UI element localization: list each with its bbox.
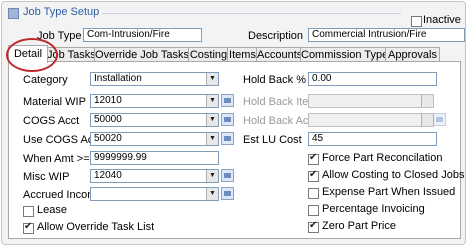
force-part-checkbox[interactable] [308,152,319,165]
section-header: Job Type Setup [6,5,461,21]
description-label: Description [248,30,304,42]
tab-approvals[interactable]: Approvals [385,47,440,62]
use-cogs-acct-value: 50020 [94,133,122,144]
chevron-down-icon[interactable]: ▼ [206,133,218,145]
header-divider [102,13,401,14]
misc-wip-value: 12040 [94,170,122,181]
lease-label: Lease [37,204,67,216]
cogs-acct-dropdown[interactable]: 50000 ▼ [90,113,219,127]
chevron-down-icon[interactable]: ▼ [206,73,218,85]
lease-checkbox[interactable] [23,206,34,217]
accrued-income-dropdown[interactable]: ▼ [90,187,219,201]
hold-back-item-dropdown[interactable] [308,94,434,108]
est-lu-cost-label: Est LU Cost [243,134,302,146]
hold-back-acct-lookup-icon[interactable] [433,113,446,126]
hold-back-acct-dropdown[interactable] [308,113,434,127]
allow-override-label: Allow Override Task List [37,221,155,233]
material-wip-lookup-icon[interactable] [221,94,234,107]
hold-back-item-label: Hold Back Item [243,96,318,108]
est-lu-cost-field[interactable]: 45 [308,132,437,146]
hold-back-pct-field[interactable]: 0.00 [308,72,437,86]
chevron-down-icon[interactable]: ▼ [206,170,218,182]
category-value: Installation [94,73,142,84]
material-wip-value: 12010 [94,95,122,106]
hold-back-pct-label: Hold Back % [243,74,306,86]
tab-items[interactable]: Items [227,47,258,62]
category-label: Category [23,74,68,86]
when-amt-field[interactable]: 9999999.99 [90,151,219,165]
collapse-icon[interactable] [8,8,19,19]
zero-part-price-checkbox[interactable] [308,220,319,233]
tab-costing[interactable]: Costing [188,47,229,62]
job-type-field[interactable]: Com-Intrusion/Fire [83,28,202,42]
job-type-label: Job Type [37,30,82,42]
percentage-invoicing-checkbox[interactable] [308,205,319,216]
expense-part-checkbox[interactable] [308,188,319,199]
misc-wip-label: Misc WIP [23,171,70,183]
tab-bar: Detail Job Tasks Override Job Tasks Cost… [8,45,461,63]
material-wip-label: Material WIP [23,96,86,108]
allow-costing-label: Allow Costing to Closed Jobs [322,169,465,181]
material-wip-dropdown[interactable]: 12010 ▼ [90,94,219,108]
tab-override-job-tasks[interactable]: Override Job Tasks [94,47,190,62]
chevron-down-icon[interactable]: ▼ [206,95,218,107]
category-dropdown[interactable]: Installation ▼ [90,72,219,86]
section-title: Job Type Setup [23,6,100,18]
chevron-down-icon[interactable]: ▼ [206,188,218,200]
tab-job-tasks[interactable]: Job Tasks [46,47,96,62]
when-amt-label: When Amt >= [23,153,90,165]
chevron-down-icon[interactable]: ▼ [206,114,218,126]
allow-override-checkbox[interactable] [23,221,34,234]
tab-detail[interactable]: Detail [8,45,48,63]
hold-back-acct-label: Hold Back Acct [243,115,317,127]
misc-wip-lookup-icon[interactable] [221,169,234,182]
inactive-label: Inactive [423,14,461,26]
tab-commission-types[interactable]: Commission Types [300,47,394,62]
inactive-checkbox[interactable] [411,16,422,27]
misc-wip-dropdown[interactable]: 12040 ▼ [90,169,219,183]
job-type-setup-window: Job Type Setup Inactive Job Type Com-Int… [1,1,466,245]
zero-part-price-label: Zero Part Price [322,220,396,232]
percentage-invoicing-label: Percentage Invoicing [322,203,425,215]
cogs-acct-label: COGS Acct [23,115,80,127]
use-cogs-acct-dropdown[interactable]: 50020 ▼ [90,132,219,146]
allow-costing-checkbox[interactable] [308,169,319,182]
expense-part-label: Expense Part When Issued [322,186,456,198]
force-part-label: Force Part Reconcilation [322,152,443,164]
use-cogs-acct-lookup-icon[interactable] [221,132,234,145]
dropdown-button-icon[interactable] [421,114,433,126]
cogs-acct-lookup-icon[interactable] [221,113,234,126]
dropdown-button-icon[interactable] [421,95,433,107]
tab-accounts[interactable]: Accounts [256,47,302,62]
description-field[interactable]: Commercial Intrusion/Fire [308,28,465,42]
cogs-acct-value: 50000 [94,114,122,125]
accrued-income-lookup-icon[interactable] [221,187,234,200]
